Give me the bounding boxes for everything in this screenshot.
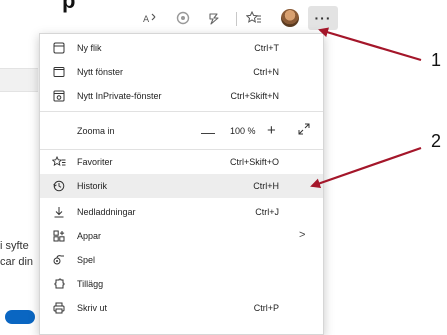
copilot-icon[interactable]: [205, 9, 223, 27]
history-icon: [52, 179, 66, 193]
callout-1: 1: [431, 50, 442, 70]
menu-item-new-window[interactable]: Nytt fönster Ctrl+N: [40, 60, 323, 84]
menu-item-history[interactable]: Historik Ctrl+H: [40, 174, 323, 198]
inprivate-icon: [52, 89, 66, 103]
menu-item-label: Nytt InPrivate-fönster: [77, 91, 162, 101]
menu-item-shortcut: Ctrl+P: [253, 303, 279, 313]
menu-item-favorites[interactable]: Favoriter Ctrl+Skift+O: [40, 150, 323, 174]
favorites-icon: [52, 155, 66, 169]
extensions-icon: [52, 277, 66, 291]
callout-2: 2: [431, 131, 442, 151]
menu-item-new-inprivate-window[interactable]: Nytt InPrivate-fönster Ctrl+Skift+N: [40, 84, 323, 108]
menu-item-shortcut: Ctrl+N: [253, 67, 279, 77]
new-window-icon: [52, 65, 66, 79]
zoom-label: Zooma in: [77, 126, 115, 136]
favorites-icon[interactable]: [245, 9, 263, 27]
menu-item-shortcut: Ctrl+H: [253, 181, 279, 191]
menu-item-games[interactable]: Spel: [40, 248, 323, 272]
page-toggle[interactable]: [5, 310, 35, 324]
menu-divider: [40, 111, 323, 112]
menu-item-label: Historik: [77, 181, 108, 191]
profile-avatar[interactable]: [281, 9, 299, 27]
menu-item-label: Skriv ut: [77, 303, 108, 313]
circle-icon[interactable]: [174, 9, 192, 27]
download-icon: [52, 205, 66, 219]
zoom-level: 100 %: [230, 126, 256, 136]
menu-item-print[interactable]: Skriv ut Ctrl+P: [40, 296, 323, 320]
menu-item-label: Tillägg: [77, 279, 104, 289]
page-text-line-1: i syfte: [0, 240, 29, 252]
apps-icon: [52, 229, 66, 243]
zoom-in-button[interactable]: +: [267, 122, 276, 139]
new-tab-icon: [52, 41, 66, 55]
browser-toolbar: A ···: [0, 0, 338, 36]
fullscreen-icon[interactable]: [298, 123, 310, 138]
menu-item-apps[interactable]: Appar >: [40, 224, 323, 248]
menu-item-zoom: Zooma in — 100 % +: [40, 119, 323, 143]
menu-item-label: Nytt fönster: [77, 67, 124, 77]
menu-item-shortcut: Ctrl+Skift+N: [230, 91, 279, 101]
arrow-2: [310, 146, 422, 189]
print-icon: [52, 301, 66, 315]
menu-item-shortcut: Ctrl+T: [254, 43, 279, 53]
menu-item-label: Ny flik: [77, 43, 102, 53]
zoom-out-button[interactable]: —: [201, 124, 215, 140]
toolbar-separator: [236, 12, 237, 26]
menu-item-downloads[interactable]: Nedladdningar Ctrl+J: [40, 200, 323, 224]
menu-item-label: Spel: [77, 255, 96, 265]
games-icon: [52, 253, 66, 267]
menu-item-shortcut: Ctrl+J: [255, 207, 279, 217]
page-text-line-2: car din: [0, 256, 34, 268]
svg-text:A: A: [143, 15, 150, 25]
menu-item-label: Favoriter: [77, 157, 113, 167]
menu-item-label: Nedladdningar: [77, 207, 136, 217]
submenu-chevron-icon: >: [299, 229, 306, 241]
menu-item-label: Appar: [77, 231, 102, 241]
settings-menu: Ny flik Ctrl+T Nytt fönster Ctrl+N Nytt …: [39, 33, 324, 335]
page-background-band: [0, 68, 38, 92]
menu-item-shortcut: Ctrl+Skift+O: [229, 157, 279, 167]
more-button[interactable]: ···: [308, 6, 338, 30]
read-aloud-icon[interactable]: A: [140, 9, 158, 27]
menu-item-new-tab[interactable]: Ny flik Ctrl+T: [40, 36, 323, 60]
menu-item-extensions[interactable]: Tillägg: [40, 272, 323, 296]
